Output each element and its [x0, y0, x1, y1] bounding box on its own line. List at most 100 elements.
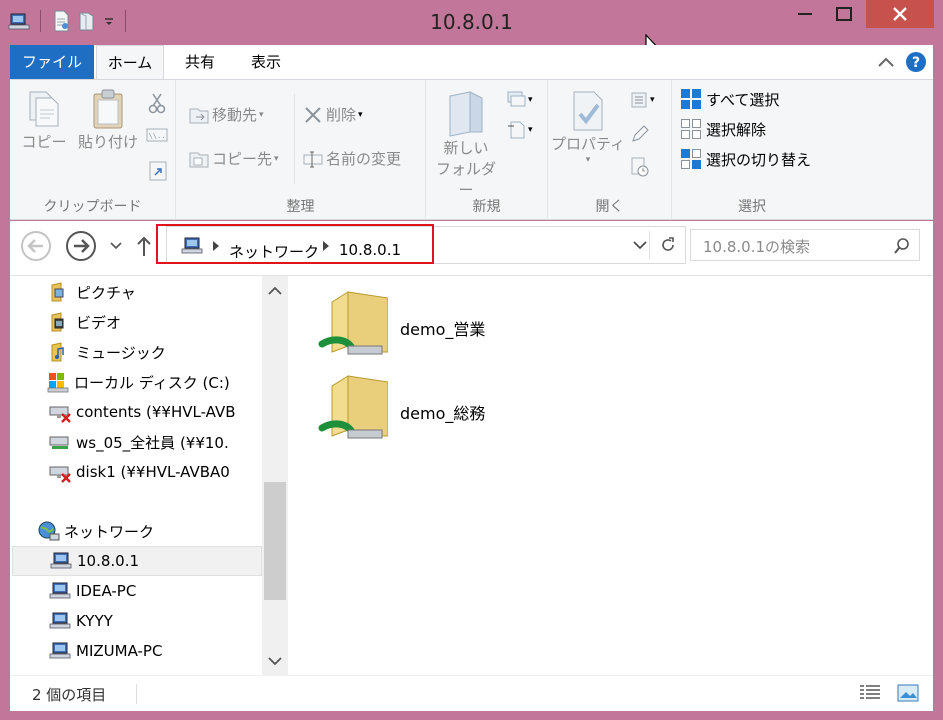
tree-item-disk1-drive[interactable]: disk1 (¥¥HVL-AVBA0 [48, 457, 262, 487]
scroll-down-icon[interactable] [268, 656, 282, 666]
file-item-demo-general-affairs[interactable]: demo_総務 [318, 370, 518, 450]
tree-item-host-mizuma-pc[interactable]: MIZUMA-PC [48, 636, 262, 666]
history-icon[interactable] [630, 156, 650, 178]
tree-item-local-disk[interactable]: ローカル ディスク (C:) [46, 367, 262, 397]
tree-item-host-idea-pc[interactable]: IDEA-PC [48, 576, 262, 606]
status-bar: 2 個の項目 [10, 675, 933, 711]
copy-path-icon[interactable]: \\.. [146, 126, 168, 144]
move-to-button[interactable]: 移動先 ▾ [188, 104, 264, 125]
tab-file[interactable]: ファイル [10, 45, 94, 79]
file-name: demo_総務 [400, 404, 486, 423]
group-label-organize: 整理 [286, 199, 315, 215]
address-divider [649, 231, 650, 259]
ribbon-controls: ? [877, 51, 927, 73]
main-area: ピクチャ ビデオ ミュージック ローカル ディスク (C:) contents … [10, 275, 933, 676]
up-button[interactable] [136, 234, 152, 258]
copy-label: コピー [21, 133, 67, 151]
edit-icon[interactable] [630, 124, 650, 144]
group-label-clipboard: クリップボード [43, 199, 142, 215]
tree-item-music[interactable]: ミュージック [48, 337, 262, 367]
tree-item-label: ピクチャ [76, 283, 136, 302]
ribbon: コピー 貼り付け \\.. クリップボード 移動先 ▾ コピー先 ▾ 削除 ▾ … [10, 79, 933, 220]
tree-item-network[interactable]: ネットワーク [36, 516, 262, 546]
tree-item-pictures[interactable]: ピクチャ [48, 277, 262, 307]
search-box[interactable]: 10.8.0.1の検索 [690, 229, 920, 261]
tree-item-label: contents (¥¥HVL-AVB [76, 403, 236, 421]
paste-shortcut-icon[interactable] [148, 160, 168, 182]
delete-button[interactable]: 削除 ▾ [302, 104, 363, 125]
invert-selection-button[interactable]: 選択の切り替え [680, 148, 811, 170]
computer-icon [48, 610, 72, 632]
select-none-button[interactable]: 選択解除 [680, 118, 766, 140]
group-label-new: 新規 [472, 199, 501, 215]
copy-to-button[interactable]: コピー先 ▾ [188, 148, 279, 169]
tree-item-host-kyyy[interactable]: KYYY [48, 606, 262, 636]
scroll-up-icon[interactable] [268, 286, 282, 296]
tree-item-label: disk1 (¥¥HVL-AVBA0 [76, 463, 230, 481]
cut-icon[interactable] [148, 92, 166, 114]
rename-icon [303, 151, 323, 167]
select-all-label: すべて選択 [706, 90, 780, 109]
easy-access-button[interactable]: ▾ [506, 120, 533, 140]
group-open: プロパティ ▾ ▾ 開く [548, 80, 672, 220]
large-icons-view-icon[interactable] [897, 684, 919, 702]
back-button[interactable] [20, 230, 52, 262]
group-clipboard: コピー 貼り付け \\.. クリップボード [10, 80, 176, 220]
open-button[interactable]: ▾ [630, 90, 655, 110]
invert-selection-icon [681, 149, 701, 169]
group-organize: 移動先 ▾ コピー先 ▾ 削除 ▾ 名前の変更 整理 [176, 80, 426, 220]
chevron-down-icon [110, 242, 122, 250]
tab-view[interactable]: 表示 [238, 45, 294, 79]
move-to-icon [189, 108, 209, 123]
scrollbar-thumb[interactable] [264, 482, 286, 600]
tree-item-contents-drive[interactable]: contents (¥¥HVL-AVB [48, 397, 262, 427]
rename-button[interactable]: 名前の変更 [302, 148, 401, 169]
clipboard-icon [93, 89, 123, 129]
file-list: demo_営業 demo_総務 [310, 276, 930, 676]
details-view-icon[interactable] [859, 684, 881, 702]
new-folder-button[interactable]: 新しい フォルダー [430, 88, 502, 201]
search-placeholder: 10.8.0.1の検索 [703, 238, 811, 256]
tab-home[interactable]: ホーム [96, 45, 164, 80]
new-folder-label-line2: フォルダー [435, 160, 496, 199]
help-icon[interactable]: ? [905, 51, 927, 73]
new-item-button[interactable]: ▾ [506, 90, 533, 110]
refresh-button[interactable] [659, 236, 677, 254]
invert-selection-label: 選択の切り替え [706, 150, 812, 169]
tree-item-videos[interactable]: ビデオ [48, 307, 262, 337]
navigation-pane: ピクチャ ビデオ ミュージック ローカル ディスク (C:) contents … [10, 276, 262, 676]
maximize-button[interactable] [826, 0, 862, 28]
minimize-button[interactable] [788, 0, 822, 28]
tree-item-host-10-8-0-1[interactable]: 10.8.0.1 [12, 546, 262, 576]
tree-item-label: IDEA-PC [76, 582, 137, 600]
shared-folder-icon [318, 375, 388, 439]
file-item-demo-sales[interactable]: demo_営業 [318, 286, 518, 366]
paste-button[interactable]: 貼り付け [76, 88, 140, 153]
forward-button[interactable] [65, 230, 97, 262]
chevron-down-icon [633, 241, 647, 250]
copy-button[interactable]: コピー [16, 88, 72, 153]
select-all-button[interactable]: すべて選択 [680, 88, 779, 110]
file-name: demo_営業 [400, 320, 486, 339]
navigation-pane-scrollbar[interactable] [262, 276, 288, 676]
chevron-up-icon[interactable] [877, 56, 895, 68]
tree-item-ws05-drive[interactable]: ws_05_全社員 (¥¥10. [48, 427, 262, 457]
properties-button[interactable]: プロパティ ▾ [550, 88, 626, 165]
select-none-icon [681, 119, 701, 139]
title-bar: 10.8.0.1 [0, 0, 943, 62]
address-highlight-box [156, 224, 434, 264]
delete-icon [305, 106, 321, 123]
search-icon[interactable] [893, 237, 911, 255]
paste-label: 貼り付け [77, 133, 138, 151]
group-label-open: 開く [595, 199, 624, 215]
tree-item-label: ネットワーク [64, 522, 155, 541]
computer-icon [49, 550, 73, 572]
move-to-label: 移動先 [212, 106, 258, 124]
svg-text:?: ? [912, 55, 920, 71]
recent-locations-button[interactable] [110, 242, 122, 250]
item-count: 2 個の項目 [32, 686, 107, 704]
tab-share[interactable]: 共有 [172, 45, 228, 79]
close-button[interactable] [866, 0, 934, 28]
address-dropdown-button[interactable] [633, 241, 647, 251]
window-frame: 10.8.0.1 ファイル ホーム 共有 表示 ? コピー 貼り付け \\.. … [0, 0, 943, 720]
